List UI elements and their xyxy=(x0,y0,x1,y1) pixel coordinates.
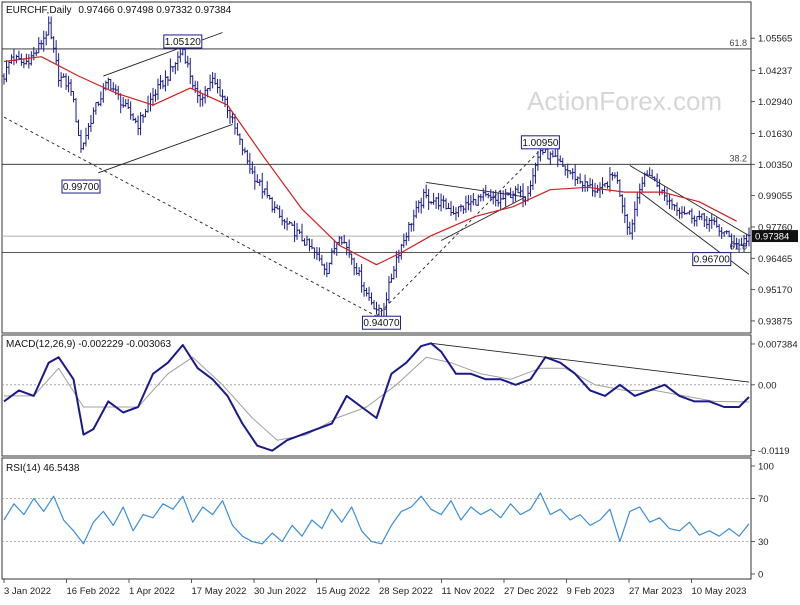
watermark: ActionForex.com xyxy=(527,86,722,116)
price-axis-tick-label: 1.01630 xyxy=(758,129,792,140)
price-axis-tick-label: 0.95170 xyxy=(758,285,792,296)
rsi-axis-tick-label: 70 xyxy=(758,494,769,505)
price-axis-tick-label: 0.93875 xyxy=(758,316,792,327)
price-axis-tick-label: 1.05565 xyxy=(758,34,792,45)
price-point-label: 1.00950 xyxy=(520,135,560,150)
rsi-panel xyxy=(1,457,752,580)
x-axis-tick-label: 17 May 2022 xyxy=(192,586,247,597)
macd-axis-tick-label: 0.007384 xyxy=(758,339,798,350)
price-point-text: 0.94070 xyxy=(363,318,400,329)
x-axis-tick-label: 27 Dec 2022 xyxy=(504,586,558,597)
rsi-axis-tick-label: 100 xyxy=(758,462,774,473)
fib-label: 61.8 xyxy=(729,38,747,48)
price-point-label: 0.94070 xyxy=(361,315,401,330)
price-axis-tick-label: 1.00350 xyxy=(758,160,792,171)
x-axis-tick-label: 28 Sep 2022 xyxy=(379,586,433,597)
price-point-label: 0.96700 xyxy=(692,252,732,267)
x-axis-tick-label: 9 Feb 2023 xyxy=(567,586,615,597)
last-price-tag: 0.97384 xyxy=(752,230,798,243)
ohlc-values: 0.97466 0.97498 0.97332 0.97384 xyxy=(78,5,231,16)
price-point-text: 0.99700 xyxy=(63,182,100,193)
last-price-text: 0.97384 xyxy=(755,232,789,243)
x-axis-tick-label: 3 Jan 2022 xyxy=(4,586,51,597)
x-axis-tick-label: 11 Nov 2022 xyxy=(442,586,495,597)
fib-label: 38.2 xyxy=(729,153,747,163)
symbol-label: EURCHF,Daily xyxy=(6,5,72,16)
price-point-label: 1.05120 xyxy=(163,34,203,49)
chart-svg: ActionForex.com 61.838.261.81.051200.997… xyxy=(1,1,798,597)
price-point-label: 0.99700 xyxy=(61,179,101,194)
price-axis-tick-label: 1.04237 xyxy=(758,66,792,77)
macd-axis-tick-label: -0.0119 xyxy=(758,446,790,457)
macd-axis-tick-label: 0.00 xyxy=(758,380,777,391)
price-point-text: 0.96700 xyxy=(694,255,731,266)
price-point-text: 1.05120 xyxy=(165,37,202,48)
x-axis-tick-label: 30 Jun 2022 xyxy=(254,586,306,597)
x-axis-tick-label: 16 Feb 2022 xyxy=(67,586,120,597)
price-axis-tick-label: 0.96465 xyxy=(758,254,792,265)
chart-root: ActionForex.com 61.8 38.2 61.8 1.05120 0.997… xyxy=(0,0,800,600)
x-axis-tick-label: 27 Mar 2023 xyxy=(629,586,682,597)
rsi-axis-tick-label: 30 xyxy=(758,537,769,548)
x-axis-tick-label: 15 Aug 2022 xyxy=(317,586,370,597)
price-panel-title: EURCHF,Daily 0.97466 0.97498 0.97332 0.9… xyxy=(6,5,232,16)
macd-panel-title: MACD(12,26,9) -0.002229 -0.003063 xyxy=(6,339,172,350)
x-axis-tick-label: 1 Apr 2022 xyxy=(129,586,175,597)
rsi-panel-title: RSI(14) 46.5438 xyxy=(6,463,80,474)
x-axis-tick-label: 10 May 2023 xyxy=(692,586,747,597)
price-point-text: 1.00950 xyxy=(522,138,559,149)
rsi-axis-tick-label: 0 xyxy=(758,570,763,581)
price-axis-tick-label: 1.02940 xyxy=(758,97,792,108)
price-axis-tick-label: 0.99055 xyxy=(758,191,792,202)
